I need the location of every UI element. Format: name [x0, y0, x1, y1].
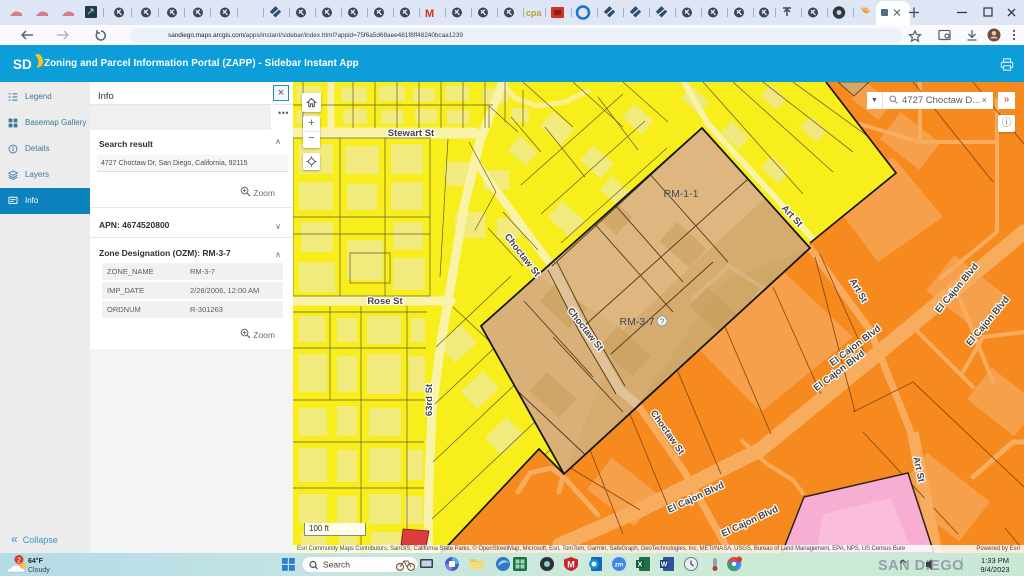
svg-text:RM-1-1: RM-1-1 — [663, 188, 698, 200]
svg-text:1:33 PM: 1:33 PM — [981, 556, 1009, 565]
svg-text:2: 2 — [17, 558, 21, 565]
svg-text:Cloudy: Cloudy — [28, 567, 50, 574]
svg-text:Stewart St: Stewart St — [388, 128, 435, 139]
svg-text:SAN DIEGO: SAN DIEGO — [878, 558, 964, 574]
svg-text:M: M — [425, 8, 434, 20]
svg-text:W: W — [661, 562, 668, 569]
svg-text:9/4/2023: 9/4/2023 — [980, 565, 1009, 574]
svg-text:cpa: cpa — [526, 8, 543, 18]
svg-text:X: X — [638, 562, 643, 569]
svg-text:zm: zm — [615, 563, 623, 569]
svg-text:63rd St: 63rd St — [424, 383, 435, 416]
svg-text:M: M — [567, 560, 575, 570]
svg-text:Search: Search — [323, 560, 350, 570]
svg-text:RM-3-7: RM-3-7 — [619, 316, 654, 328]
svg-text:64°F: 64°F — [28, 557, 44, 565]
svg-text:SD: SD — [13, 57, 32, 72]
svg-text:Rose St: Rose St — [367, 296, 403, 307]
svg-text:?: ? — [660, 318, 665, 327]
